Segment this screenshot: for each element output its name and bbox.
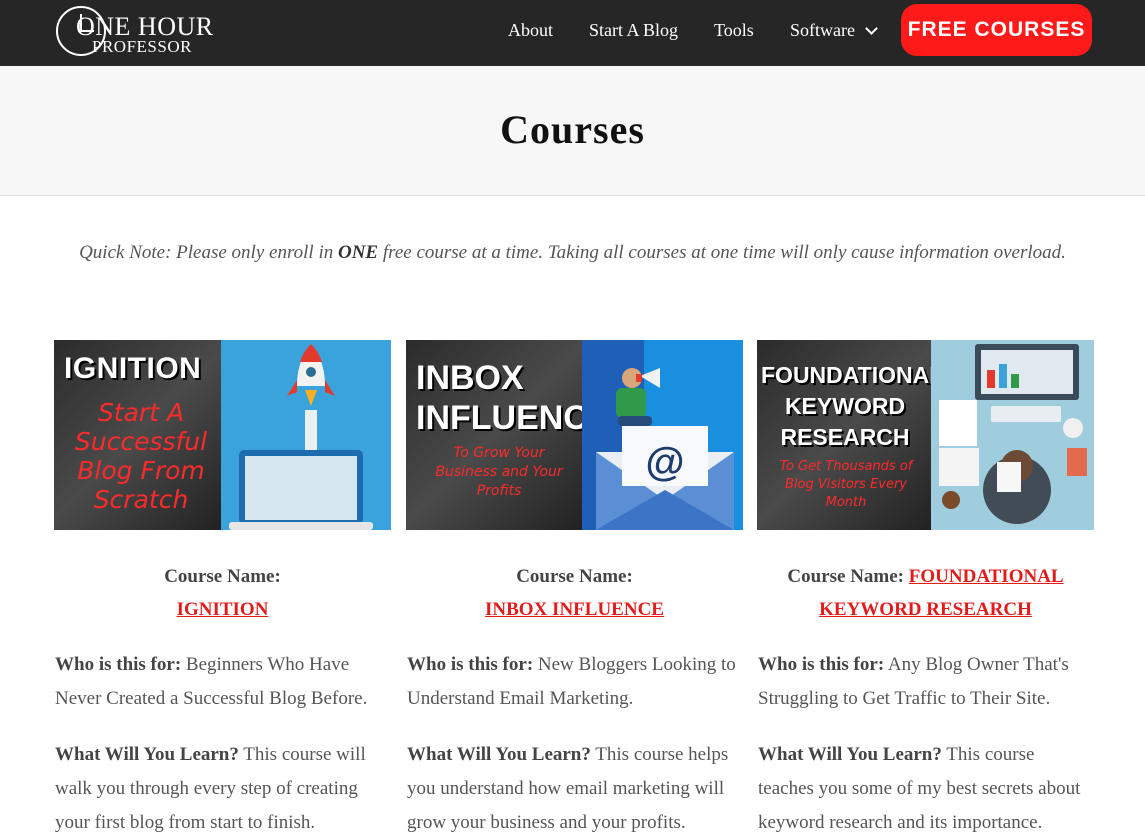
- quick-note: Quick Note: Please only enroll in ONE fr…: [0, 242, 1145, 264]
- course-thumbnail[interactable]: INBOX INFLUENCE To Grow Your Business an…: [406, 340, 743, 530]
- nav-tools-link[interactable]: Tools: [714, 20, 754, 41]
- course-audience: Who is this for: Any Blog Owner That's S…: [757, 648, 1094, 716]
- logo-line2: PROFESSOR: [92, 37, 192, 56]
- at-sign-icon: @: [645, 440, 684, 484]
- nav-start-a-blog-link[interactable]: Start A Blog: [589, 20, 678, 41]
- audience-label: Who is this for:: [758, 654, 885, 675]
- outcome-label: What Will You Learn?: [55, 744, 239, 765]
- course-thumbnail[interactable]: IGNITION Start A Successful Blog From Sc…: [54, 340, 391, 530]
- course-name-label: Course Name:: [164, 566, 281, 587]
- thumbnail-tagline: Start A Successful Blog From Scratch: [74, 398, 208, 514]
- course-link-ignition[interactable]: IGNITION: [177, 599, 269, 620]
- course-name-block: Course Name: FOUNDATIONAL KEYWORD RESEAR…: [757, 560, 1094, 626]
- outcome-label: What Will You Learn?: [758, 744, 942, 765]
- thumbnail-art: [221, 340, 391, 530]
- thumbnail-tagline: To Get Thousands of Blog Visitors Every …: [779, 459, 913, 510]
- course-name-block: Course Name: INBOX INFLUENCE: [406, 560, 743, 626]
- site-header: ONE HOUR PROFESSOR About Start A Blog To…: [0, 0, 1145, 66]
- course-link-inbox-influence[interactable]: INBOX INFLUENCE: [485, 599, 664, 620]
- nav-software[interactable]: Software: [790, 0, 878, 60]
- title-band: Courses: [0, 66, 1145, 196]
- chevron-down-icon[interactable]: [865, 21, 878, 35]
- nav-start-a-blog[interactable]: Start A Blog: [589, 0, 678, 60]
- course-name-label: Course Name:: [516, 566, 633, 587]
- rocket-icon: [221, 340, 391, 530]
- course-card-inbox-influence: INBOX INFLUENCE To Grow Your Business an…: [406, 340, 743, 834]
- course-audience: Who is this for: Beginners Who Have Neve…: [54, 648, 391, 716]
- course-audience: Who is this for: New Bloggers Looking to…: [406, 648, 743, 716]
- course-outcome: What Will You Learn? This course helps y…: [406, 738, 743, 834]
- outcome-label: What Will You Learn?: [407, 744, 591, 765]
- course-outcome: What Will You Learn? This course will wa…: [54, 738, 391, 834]
- thumbnail-art: @: [582, 340, 743, 530]
- envelope-icon: @: [582, 340, 743, 530]
- free-courses-button[interactable]: FREE COURSES: [901, 4, 1092, 56]
- nav-about[interactable]: About: [508, 0, 553, 60]
- quick-note-prefix: Quick Note: Please only enroll in: [79, 242, 338, 263]
- desk-illustration: [931, 340, 1094, 530]
- quick-note-suffix: free course at a time. Taking all course…: [378, 242, 1066, 263]
- nav-tools[interactable]: Tools: [714, 0, 754, 60]
- thumbnail-tagline: To Grow Your Business and Your Profits: [435, 445, 563, 499]
- laptop-icon: [229, 450, 373, 530]
- thumbnail-title: INBOX INFLUENCE: [416, 359, 611, 437]
- course-outcome: What Will You Learn? This course teaches…: [757, 738, 1094, 834]
- thumbnail-title: FOUNDATIONAL KEYWORD RESEARCH: [761, 362, 944, 450]
- nav-software-link[interactable]: Software: [790, 20, 855, 41]
- course-thumbnail[interactable]: FOUNDATIONAL KEYWORD RESEARCH To Get Tho…: [757, 340, 1094, 530]
- course-name-block: Course Name: IGNITION: [54, 560, 391, 626]
- site-logo[interactable]: ONE HOUR PROFESSOR: [56, 4, 216, 58]
- audience-label: Who is this for:: [55, 654, 182, 675]
- quick-note-emphasis: ONE: [337, 242, 379, 263]
- course-card-foundational-keyword-research: FOUNDATIONAL KEYWORD RESEARCH To Get Tho…: [757, 340, 1094, 834]
- nav-about-link[interactable]: About: [508, 20, 553, 41]
- course-name-label: Course Name:: [787, 566, 909, 587]
- audience-label: Who is this for:: [407, 654, 534, 675]
- thumbnail-art: [931, 340, 1094, 530]
- course-card-ignition: IGNITION Start A Successful Blog From Sc…: [54, 340, 391, 834]
- thumbnail-title: IGNITION: [64, 352, 202, 385]
- page-title: Courses: [500, 107, 645, 152]
